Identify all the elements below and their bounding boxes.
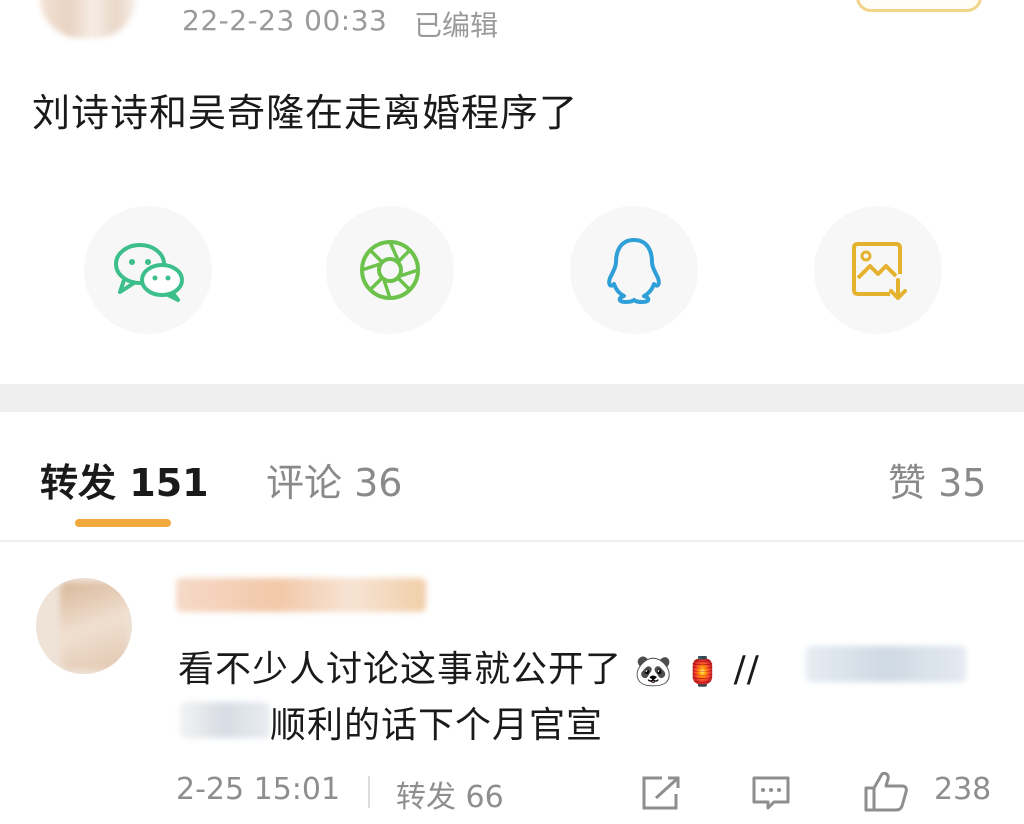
share-qq-button[interactable] xyxy=(570,206,698,334)
save-image-icon xyxy=(852,242,907,300)
share-out-icon xyxy=(642,776,680,810)
comment-text-part-1: 看不少人讨论这事就公开了 xyxy=(178,649,623,690)
tab-reposts-count: 151 xyxy=(129,461,209,505)
fireworks-emoji-icon: 🏮 xyxy=(685,655,722,688)
thumbs-up-icon xyxy=(864,771,908,812)
save-image-button[interactable] xyxy=(814,206,942,334)
reply-comment-button[interactable] xyxy=(750,774,792,812)
post-timestamp: 22-2-23 00:33 xyxy=(182,4,388,37)
qq-icon xyxy=(607,238,661,304)
panda-emoji-icon: 🐼 xyxy=(634,654,673,689)
tab-likes-label: 赞 xyxy=(888,461,927,505)
footer-separator xyxy=(368,776,370,808)
quoted-username-blurred[interactable] xyxy=(806,646,966,682)
comment-time: 2-25 15:01 xyxy=(176,772,341,807)
comment-line-1: 看不少人讨论这事就公开了 🐼 🏮 // xyxy=(178,640,760,692)
commenter-avatar[interactable] xyxy=(36,578,132,674)
section-divider xyxy=(0,384,1024,412)
comment-like-count: 238 xyxy=(934,772,992,807)
tab-comments[interactable]: 评论 36 xyxy=(266,452,402,507)
tab-comments-count: 36 xyxy=(354,461,403,505)
follow-button[interactable] xyxy=(856,0,982,12)
tab-likes-count: 35 xyxy=(938,461,987,505)
quoted-text-blurred xyxy=(180,702,270,738)
post-avatar-blurred[interactable] xyxy=(40,0,136,38)
wechat-moments-icon xyxy=(360,240,420,300)
share-moments-button[interactable] xyxy=(326,206,454,334)
comment-repost-button[interactable]: 转发 66 xyxy=(396,772,504,816)
comment-line-2: 顺利的话下个月官宣 xyxy=(270,705,604,746)
tab-likes[interactable]: 赞 35 xyxy=(888,452,986,507)
tab-reposts-label: 转发 xyxy=(40,461,117,505)
active-tab-indicator xyxy=(75,519,171,527)
wechat-icon xyxy=(114,243,184,302)
commenter-name-blurred[interactable] xyxy=(176,578,426,612)
post-text: 刘诗诗和吴奇隆在走离婚程序了 xyxy=(32,91,579,135)
tab-comments-label: 评论 xyxy=(266,461,343,505)
share-wechat-button[interactable] xyxy=(84,206,212,334)
share-out-button[interactable] xyxy=(640,774,682,812)
comment-repost-label: 转发 xyxy=(396,780,456,815)
tab-reposts[interactable]: 转发 151 xyxy=(40,452,209,507)
comment-repost-count: 66 xyxy=(465,780,504,815)
comment-icon xyxy=(752,776,790,810)
repost-chain-slashes: // xyxy=(733,649,760,690)
like-button[interactable] xyxy=(862,770,910,814)
edited-label: 已编辑 xyxy=(414,9,499,42)
tabs-divider xyxy=(0,540,1024,542)
